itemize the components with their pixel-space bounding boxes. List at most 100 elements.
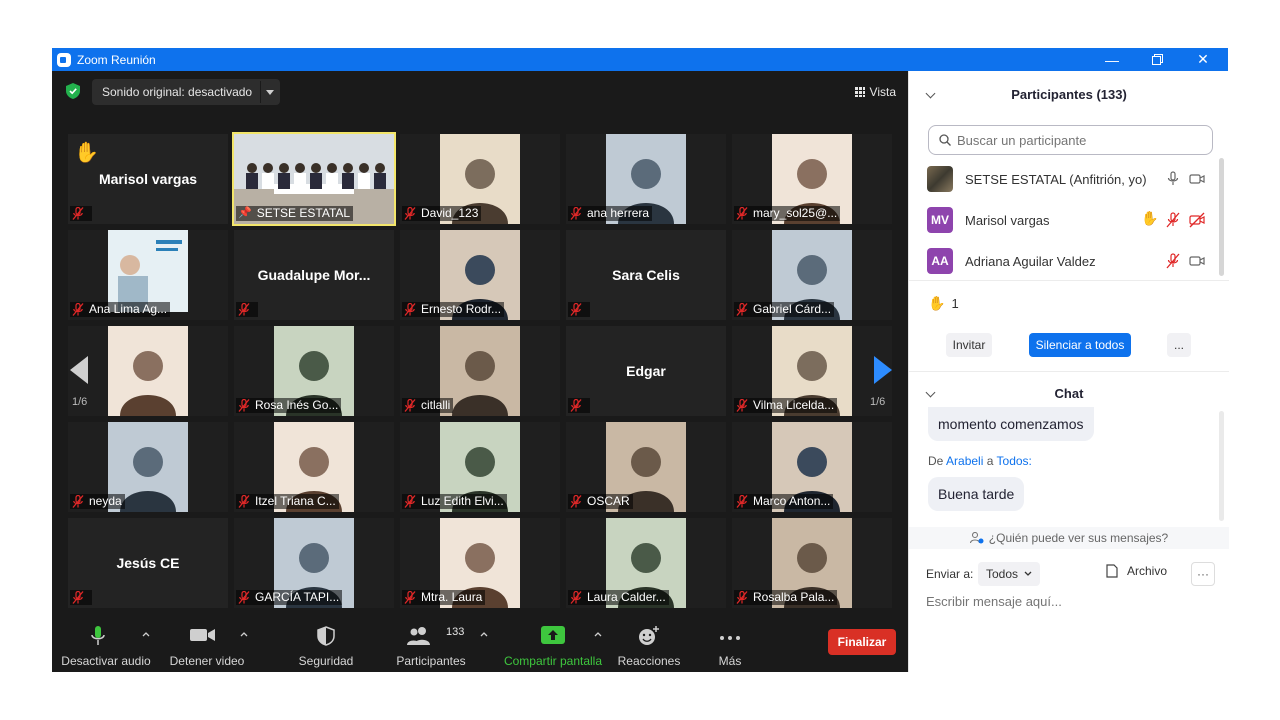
video-tile[interactable]: Itzel Triana C...	[234, 422, 394, 512]
view-label: Vista	[869, 85, 896, 99]
video-tile[interactable]: Guadalupe Mor...	[234, 230, 394, 320]
video-tile[interactable]: Rosa Inés Go...	[234, 326, 394, 416]
collapse-participants-chevron-icon[interactable]	[925, 88, 936, 99]
tile-name-label: ana herrera	[568, 206, 653, 221]
participant-display-name: Sara Celis	[612, 267, 680, 283]
send-to-label: Enviar a:	[926, 567, 974, 581]
muted-microphone-icon	[404, 303, 416, 316]
video-tile[interactable]: GARCÍA TAPI...	[234, 518, 394, 608]
video-tile[interactable]: mary_sol25@...	[732, 134, 892, 224]
chat-sender-name[interactable]: Arabeli	[946, 454, 983, 468]
tile-name-label: mary_sol25@...	[734, 206, 841, 221]
reactions-button[interactable]: Reacciones	[614, 622, 684, 672]
video-tile[interactable]: Laura Calder...	[566, 518, 726, 608]
muted-microphone-icon[interactable]	[1165, 212, 1181, 228]
muted-microphone-icon	[570, 591, 582, 604]
chat-more-button[interactable]: ···	[1191, 562, 1215, 586]
chat-scrollbar[interactable]	[1219, 411, 1224, 521]
muted-microphone-icon	[570, 495, 582, 508]
participant-name: SETSE ESTATAL (Anfitrión, yo)	[965, 171, 1147, 187]
original-sound-button[interactable]: Sonido original: desactivado	[92, 79, 280, 105]
audio-options-chevron-icon[interactable]	[142, 630, 150, 638]
tile-name-label: Marco Anton...	[734, 494, 834, 509]
page-indicator-right: 1/6	[870, 396, 886, 408]
restore-icon[interactable]	[1134, 48, 1180, 71]
participants-scrollbar[interactable]	[1219, 158, 1224, 276]
video-tile[interactable]: Marco Anton...	[732, 422, 892, 512]
tile-name: SETSE ESTATAL	[256, 206, 351, 220]
video-tile[interactable]: Ernesto Rodr...	[400, 230, 560, 320]
video-tile[interactable]: ana herrera	[566, 134, 726, 224]
file-button[interactable]: Archivo	[1106, 564, 1167, 578]
caret-down-icon[interactable]	[266, 90, 274, 95]
video-options-chevron-icon[interactable]	[240, 630, 248, 638]
participant-display-name: Edgar	[626, 363, 666, 379]
video-tile[interactable]: Vilma Licelda...	[732, 326, 892, 416]
send-to-dropdown[interactable]: Todos	[978, 562, 1041, 586]
video-tile[interactable]: Luz Edith Elvi...	[400, 422, 560, 512]
who-can-see-messages[interactable]: ¿Quién puede ver sus mensajes?	[909, 527, 1229, 549]
video-off-icon[interactable]	[1189, 212, 1205, 228]
share-screen-label: Compartir pantalla	[503, 654, 603, 668]
encryption-shield-icon[interactable]	[66, 83, 80, 99]
tile-name-label	[236, 302, 258, 317]
chat-message: Buena tarde	[928, 477, 1025, 511]
microphone-icon[interactable]	[1165, 171, 1181, 187]
video-camera-icon[interactable]	[1189, 253, 1205, 269]
video-tile[interactable]: neyda	[68, 422, 228, 512]
video-tile[interactable]: OSCAR	[566, 422, 726, 512]
video-tile[interactable]: Edgar	[566, 326, 726, 416]
stop-video-button[interactable]: Detener video	[164, 622, 250, 672]
view-button[interactable]: Vista	[849, 79, 902, 105]
video-tile[interactable]: citlalli	[400, 326, 560, 416]
share-screen-button[interactable]: Compartir pantalla	[500, 622, 606, 672]
participant-row[interactable]: MV Marisol vargas ✋	[927, 206, 1212, 234]
tile-name-label	[70, 590, 92, 605]
mute-audio-button[interactable]: Desactivar audio	[60, 622, 152, 672]
video-tile[interactable]: 📌 SETSE ESTATAL	[232, 132, 396, 226]
tile-name-label	[568, 398, 590, 413]
video-tile[interactable]: Jesús CE	[68, 518, 228, 608]
muted-microphone-icon	[736, 495, 748, 508]
muted-microphone-icon	[238, 303, 250, 316]
video-tile[interactable]: Gabriel Cárd...	[732, 230, 892, 320]
video-tile[interactable]: Ana Lima Ag...	[68, 230, 228, 320]
tile-name: Ernesto Rodr...	[421, 302, 502, 316]
video-tile[interactable]: David_123	[400, 134, 560, 224]
participant-search-input[interactable]	[928, 125, 1213, 155]
video-tile[interactable]	[68, 326, 228, 416]
tile-name-label: Rosalba Pala...	[734, 590, 838, 605]
tile-name: Gabriel Cárd...	[753, 302, 832, 316]
tile-name: ana herrera	[587, 206, 650, 220]
muted-microphone-icon[interactable]	[1165, 253, 1181, 269]
security-button[interactable]: Seguridad	[290, 622, 362, 672]
participants-more-button[interactable]: ...	[1167, 333, 1191, 357]
video-tile[interactable]: Sara Celis	[566, 230, 726, 320]
collapse-chat-chevron-icon[interactable]	[925, 387, 936, 398]
next-page-arrow-icon[interactable]	[872, 356, 892, 384]
minimize-icon[interactable]: —	[1089, 48, 1135, 71]
participants-options-chevron-icon[interactable]	[480, 630, 488, 638]
share-options-chevron-icon[interactable]	[594, 630, 602, 638]
muted-microphone-icon	[238, 591, 250, 604]
participant-display-name: Guadalupe Mor...	[257, 267, 371, 283]
pin-icon: 📌	[238, 207, 252, 219]
participant-row[interactable]: AA Adriana Aguilar Valdez	[927, 247, 1212, 275]
participant-row[interactable]: SETSE ESTATAL (Anfitrión, yo)	[927, 165, 1212, 193]
chat-message-input[interactable]	[926, 591, 1216, 611]
participants-button[interactable]: 133 Participantes	[392, 622, 488, 672]
video-tile[interactable]: Rosalba Pala...	[732, 518, 892, 608]
video-tile[interactable]: Marisol vargas ✋	[68, 134, 228, 224]
chat-title: Chat	[1054, 385, 1084, 401]
more-button[interactable]: Más	[704, 622, 756, 672]
close-icon[interactable]: ✕	[1180, 48, 1226, 71]
invite-button[interactable]: Invitar	[946, 333, 992, 357]
send-to-value: Todos	[986, 567, 1019, 581]
tile-name: Rosalba Pala...	[753, 590, 835, 604]
mute-all-button[interactable]: Silenciar a todos	[1029, 333, 1131, 357]
prev-page-arrow-icon[interactable]	[70, 356, 90, 384]
video-tile[interactable]: Mtra. Laura	[400, 518, 560, 608]
end-meeting-button[interactable]: Finalizar	[828, 629, 896, 655]
tile-name-label: Mtra. Laura	[402, 590, 486, 605]
video-camera-icon[interactable]	[1189, 171, 1205, 187]
